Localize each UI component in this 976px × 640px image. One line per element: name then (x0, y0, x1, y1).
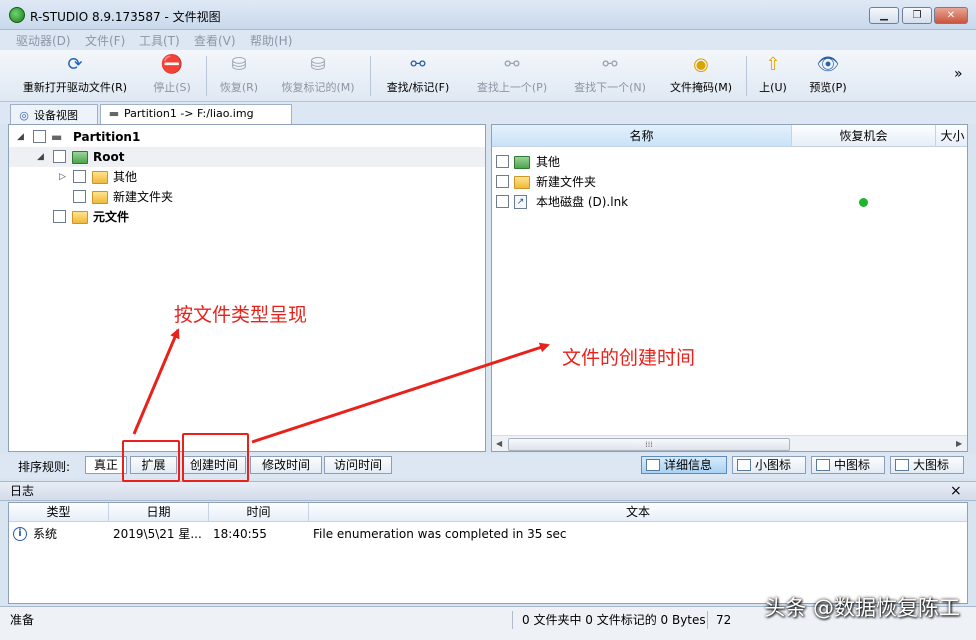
arrow-to-type-label (132, 328, 180, 435)
highlight-extension-sort (122, 440, 180, 482)
arrow-to-creation-label (251, 342, 550, 444)
watermark-text: 头条 @数据恢复陈工 (764, 596, 960, 620)
highlight-creation-time-sort (182, 433, 249, 482)
annotation-creation-time: 文件的创建时间 (562, 347, 696, 369)
annotation-arrows (132, 328, 550, 444)
annotation-by-type: 按文件类型呈现 (174, 304, 308, 326)
